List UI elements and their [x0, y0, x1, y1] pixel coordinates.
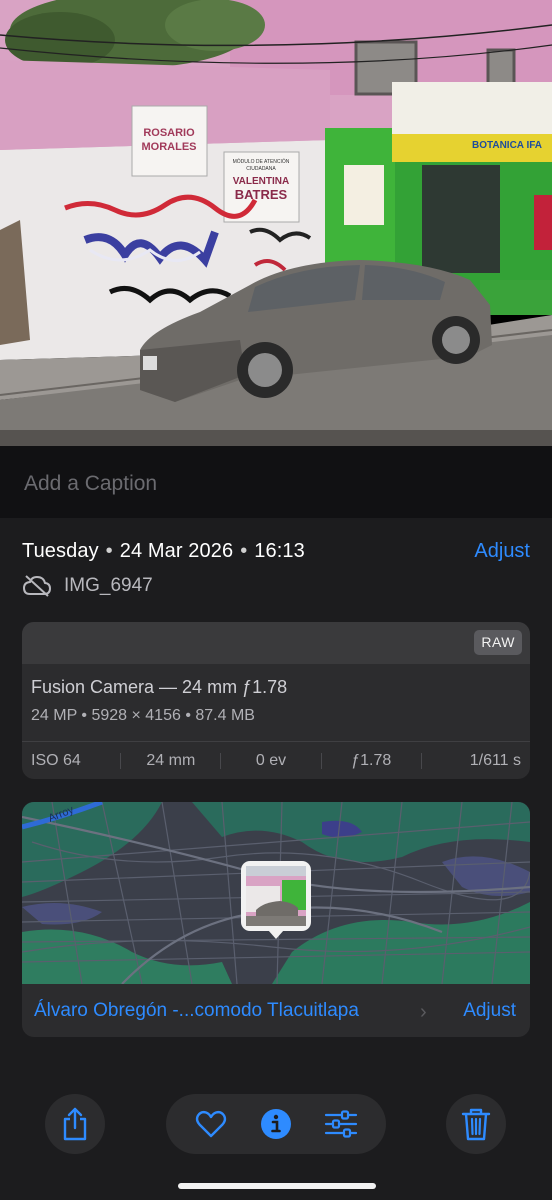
- exif-aperture: ƒ1.78: [351, 751, 392, 769]
- caption-area: [0, 446, 552, 518]
- sign-rosario-line1: ROSARIO: [143, 127, 195, 139]
- raw-badge: RAW: [474, 630, 522, 655]
- info-icon: [260, 1109, 291, 1139]
- time-value: 16:13: [254, 540, 305, 562]
- cloud-slash-icon: [22, 575, 52, 597]
- adjust-location-button[interactable]: Adjust: [463, 1000, 516, 1022]
- camera-info-card[interactable]: RAW Fusion Camera — 24 mm ƒ1.78 24 MP • …: [22, 622, 530, 779]
- toolbar-center-group: [166, 1094, 386, 1154]
- trash-icon: [461, 1108, 491, 1141]
- camera-specs: 24 MP • 5928 × 4156 • 87.4 MB: [31, 707, 255, 724]
- share-icon: [63, 1107, 87, 1141]
- map-photo-pin[interactable]: [240, 860, 312, 940]
- sign-batres: BATRES: [235, 187, 288, 202]
- exif-focal-length: 24 mm: [146, 751, 196, 769]
- date-time-line: Tuesday • 24 Mar 2026 • 16:13: [22, 540, 305, 563]
- edit-adjust-button[interactable]: [319, 1102, 363, 1146]
- caption-input[interactable]: [22, 466, 526, 502]
- home-indicator[interactable]: [178, 1183, 376, 1189]
- file-name: IMG_6947: [64, 575, 153, 596]
- sign-modulo-line1: MÓDULO DE ATENCIÓN: [233, 158, 290, 165]
- favorite-button[interactable]: [189, 1102, 233, 1146]
- chevron-right-icon: ›: [420, 1001, 427, 1023]
- map-card: Arroy Álvaro Obregón -...comodo Tlacuitl…: [22, 802, 530, 1037]
- info-panel: Tuesday • 24 Mar 2026 • 16:13 Adjust IMG_694…: [0, 518, 552, 1200]
- sign-valentina: VALENTINA: [233, 176, 289, 187]
- info-button[interactable]: [254, 1102, 298, 1146]
- adjust-date-button[interactable]: Adjust: [474, 540, 530, 563]
- exif-exposure-bias: 0 ev: [255, 751, 287, 769]
- location-map[interactable]: Arroy: [22, 802, 530, 985]
- sign-modulo-line2: CIUDADANA: [246, 166, 276, 172]
- shop-sign-text: BOTANICA IFA: [472, 140, 542, 151]
- date-value: 24 Mar 2026: [119, 540, 234, 562]
- map-footer: Álvaro Obregón -...comodo Tlacuitlapa › …: [22, 984, 530, 1037]
- exif-row: ISO 64 24 mm 0 ev ƒ1.78 1/611 s: [22, 742, 530, 779]
- separator-dot: •: [240, 540, 248, 562]
- exif-shutter-speed: 1/611 s: [469, 751, 522, 769]
- exif-iso: ISO 64: [31, 751, 81, 769]
- file-line: IMG_6947: [22, 572, 153, 600]
- adjust-sliders-icon: [325, 1110, 358, 1138]
- photo-view[interactable]: BOTANICA IFA ROSARIO MORALES MÓDULO DE A…: [0, 0, 552, 446]
- location-link[interactable]: Álvaro Obregón -...comodo Tlacuitlapa: [34, 1000, 359, 1022]
- photo-image: BOTANICA IFA ROSARIO MORALES MÓDULO DE A…: [0, 0, 552, 446]
- separator-dot: •: [105, 540, 113, 562]
- card-header: RAW: [22, 622, 530, 664]
- delete-button[interactable]: [446, 1094, 506, 1154]
- date-day: Tuesday: [22, 540, 99, 562]
- sign-rosario-line2: MORALES: [142, 141, 197, 153]
- share-button[interactable]: [45, 1094, 105, 1154]
- camera-model: Fusion Camera — 24 mm ƒ1.78: [31, 677, 288, 697]
- heart-icon: [195, 1110, 226, 1138]
